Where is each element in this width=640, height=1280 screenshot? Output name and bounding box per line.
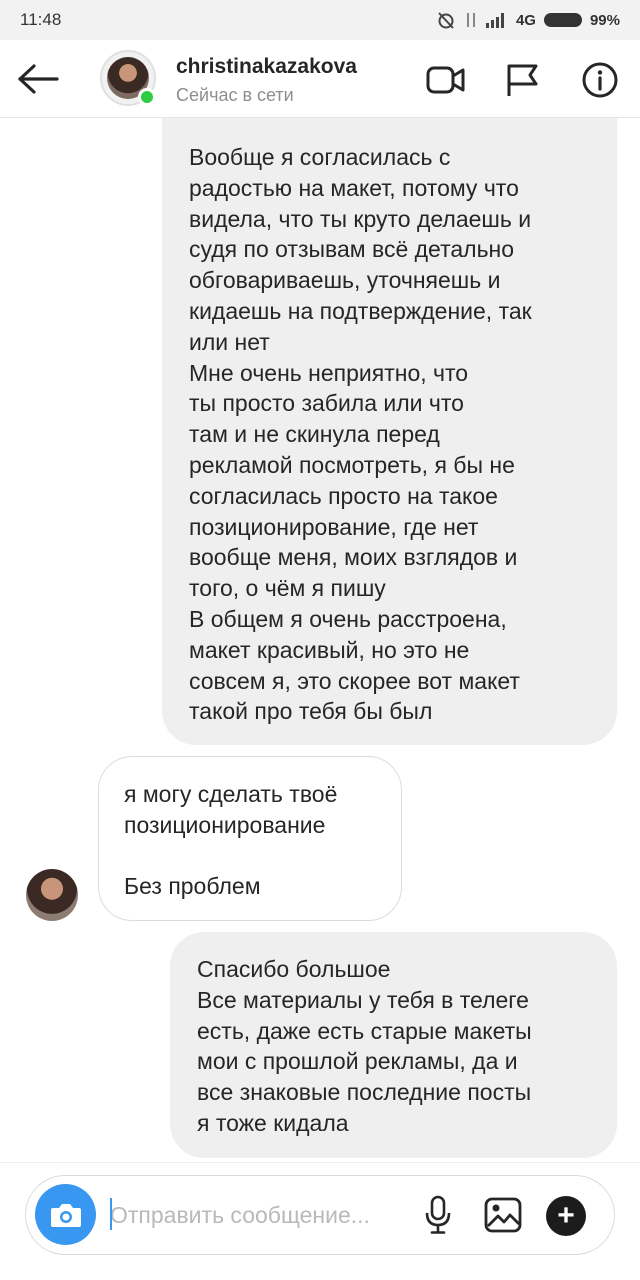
message-text: я могу сделать твоё позиционирование Без… [124, 781, 338, 900]
microphone-icon [425, 1195, 451, 1234]
signal-icon [485, 13, 504, 28]
composer-divider [0, 1162, 640, 1163]
data-transfer-icon [466, 13, 475, 27]
text-cursor [110, 1198, 112, 1230]
sender-avatar[interactable] [26, 869, 78, 921]
status-indicators: 4G 99% [436, 11, 620, 29]
battery-icon [543, 13, 582, 27]
camera-button[interactable] [35, 1184, 96, 1245]
online-indicator [138, 88, 156, 106]
video-call-icon [426, 66, 465, 94]
status-bar: 11:48 4G 99% [0, 0, 640, 40]
back-button[interactable] [14, 57, 62, 101]
avatar[interactable] [100, 50, 156, 106]
message-composer: + [25, 1175, 615, 1255]
battery-level: 99% [589, 11, 620, 29]
gallery-icon [484, 1197, 522, 1233]
message-text: Вообще я согласилась с радостью на макет… [189, 144, 532, 725]
incoming-message[interactable]: я могу сделать твоё позиционирование Без… [98, 756, 402, 921]
more-options-button[interactable]: + [546, 1196, 586, 1236]
gallery-button[interactable] [482, 1194, 524, 1236]
back-arrow-icon [18, 64, 59, 94]
status-time: 11:48 [20, 10, 62, 29]
info-icon [582, 62, 618, 98]
report-button[interactable] [500, 58, 544, 102]
online-status: Сейчас в сети [176, 85, 294, 105]
video-call-button[interactable] [424, 58, 468, 102]
message-input[interactable] [110, 1194, 410, 1236]
alarm-off-icon [438, 12, 454, 29]
network-type: 4G [515, 11, 536, 29]
voice-message-button[interactable] [418, 1193, 458, 1237]
outgoing-message[interactable]: Спасибо большое Все материалы у тебя в т… [170, 932, 617, 1158]
chat-header: christinakazakova Сейчас в сети [0, 40, 640, 118]
outgoing-message[interactable]: Вообще я согласилась с радостью на макет… [162, 118, 617, 745]
camera-icon [50, 1203, 81, 1227]
chat-username[interactable]: christinakazakova [176, 55, 357, 79]
info-button[interactable] [578, 58, 622, 102]
message-text: Спасибо большое Все материалы у тебя в т… [197, 956, 532, 1136]
flag-icon [507, 64, 538, 96]
plus-icon: + [557, 1199, 575, 1232]
